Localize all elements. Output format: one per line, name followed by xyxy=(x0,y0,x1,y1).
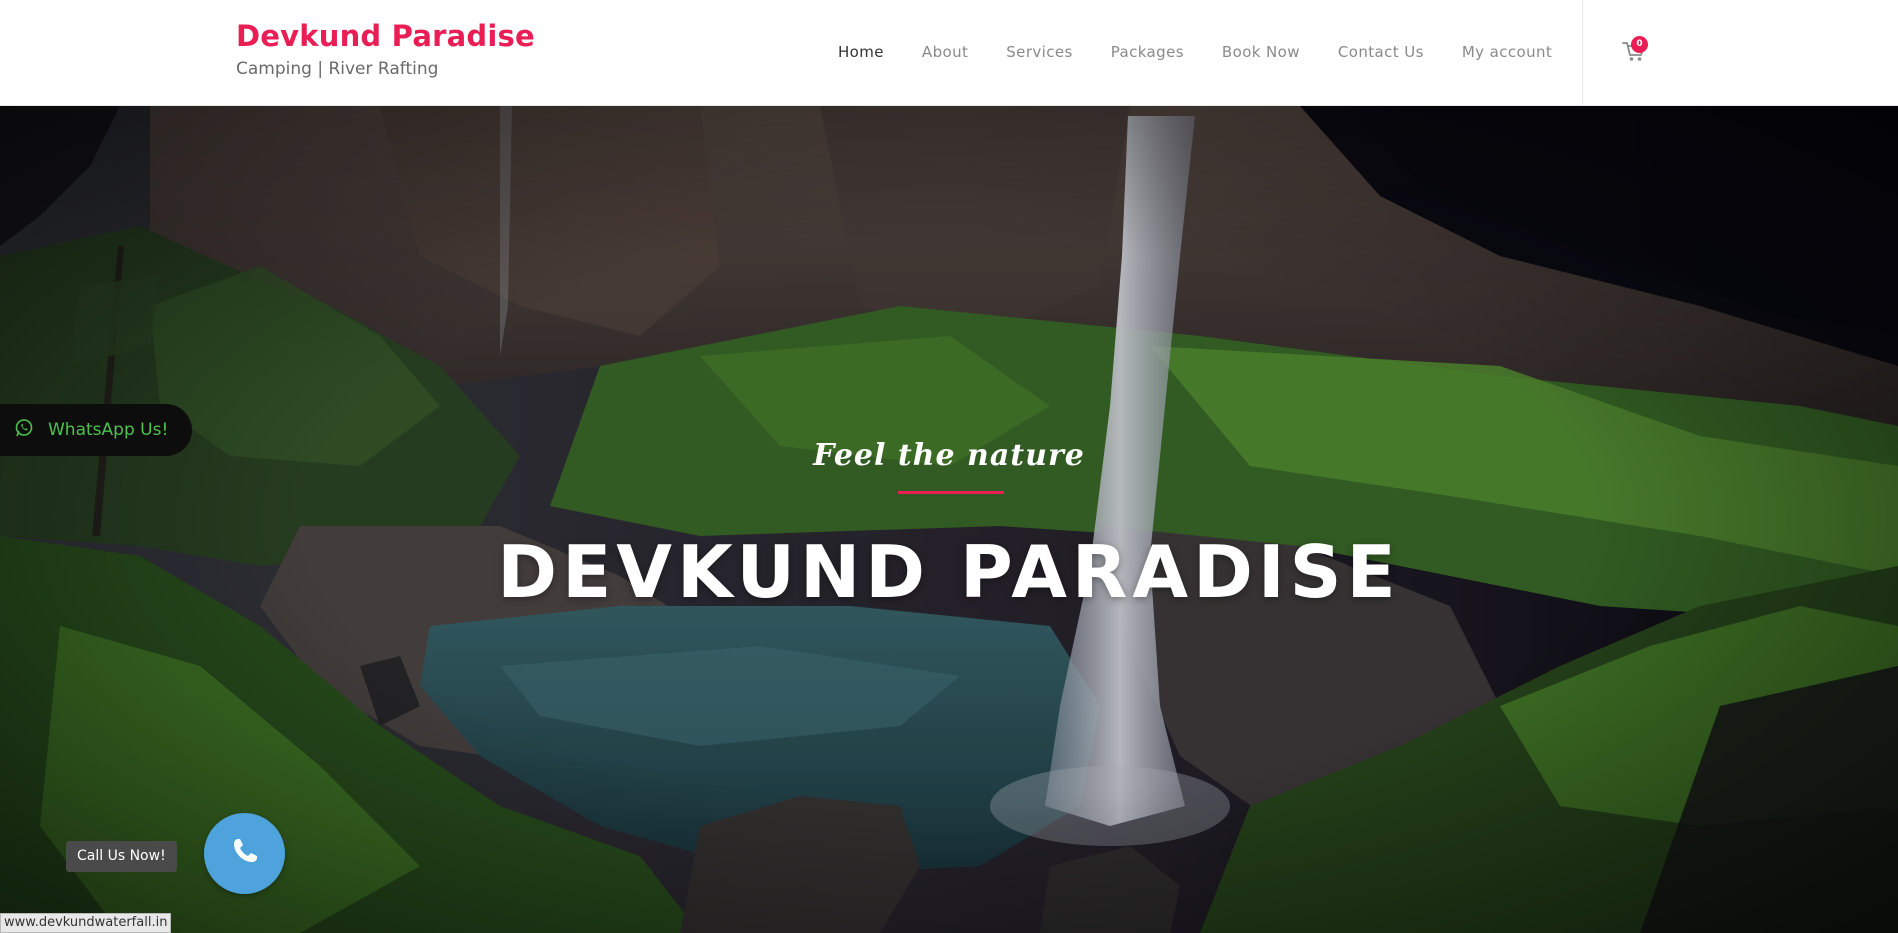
nav-services[interactable]: Services xyxy=(1006,43,1072,61)
nav-about[interactable]: About xyxy=(922,43,968,61)
nav-home[interactable]: Home xyxy=(838,43,884,61)
site-tagline: Camping | River Rafting xyxy=(236,59,439,79)
site-header: Devkund Paradise Camping | River Rafting… xyxy=(0,0,1898,106)
hero-accent-divider xyxy=(898,491,1004,494)
nav-contact-us[interactable]: Contact Us xyxy=(1338,43,1424,61)
nav-packages[interactable]: Packages xyxy=(1111,43,1184,61)
cart-count-badge: 0 xyxy=(1631,36,1648,53)
nav-book-now[interactable]: Book Now xyxy=(1222,43,1300,61)
hero-background-image xyxy=(0,106,1898,933)
hero-subtitle: Feel the nature xyxy=(813,438,1085,473)
brand[interactable]: Devkund Paradise Camping | River Rafting xyxy=(236,18,535,80)
status-bar-url: www.devkundwaterfall.in xyxy=(0,913,172,933)
site-title[interactable]: Devkund Paradise xyxy=(236,18,535,54)
hero-section: Feel the nature DEVKUND PARADISE xyxy=(0,106,1898,933)
nav-divider xyxy=(1582,0,1583,106)
whatsapp-button[interactable]: WhatsApp Us! xyxy=(0,404,192,456)
whatsapp-label[interactable]: WhatsApp Us! xyxy=(48,420,168,440)
whatsapp-icon xyxy=(14,418,34,443)
nav-my-account[interactable]: My account xyxy=(1462,43,1552,61)
phone-icon xyxy=(229,835,261,872)
hero-title: DEVKUND PARADISE xyxy=(497,530,1401,614)
call-us-label[interactable]: Call Us Now! xyxy=(66,841,177,872)
call-button[interactable] xyxy=(204,813,285,894)
main-nav: Home About Services Packages Book Now Co… xyxy=(838,0,1590,104)
